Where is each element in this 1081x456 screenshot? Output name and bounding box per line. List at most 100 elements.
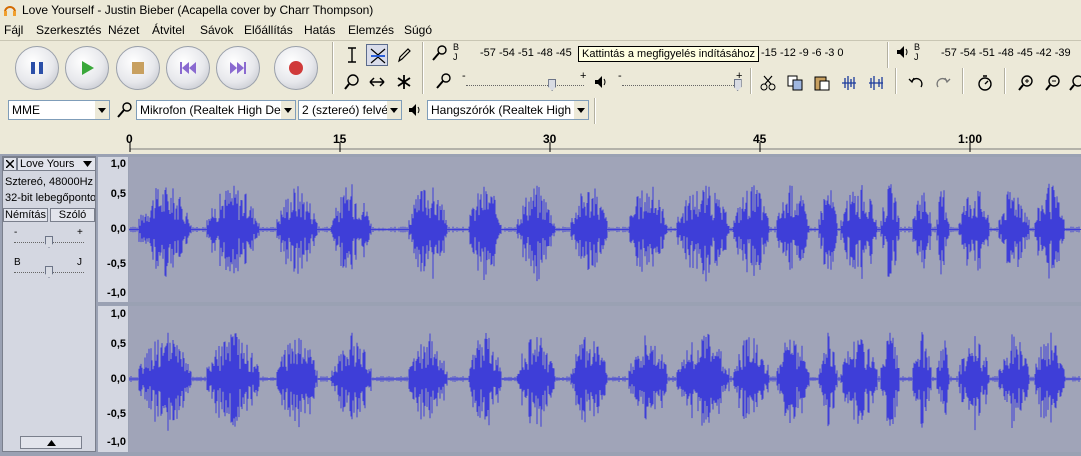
- recording-channels-select[interactable]: 2 (sztereó) felvé: [298, 100, 402, 120]
- record-meter-tooltip: Kattintás a megfigyelés indításához: [578, 46, 760, 62]
- waveform-left-channel[interactable]: [128, 157, 1081, 302]
- waveform-right-channel[interactable]: [128, 306, 1081, 452]
- skip-to-start-button[interactable]: [166, 46, 210, 90]
- time-shift-tool[interactable]: [366, 71, 388, 93]
- skip-to-start-icon: [180, 62, 196, 74]
- amplitude-label: 1,0: [110, 308, 126, 320]
- undo-button[interactable]: [905, 72, 927, 94]
- paste-button[interactable]: [811, 72, 833, 94]
- timeline-label: 15: [333, 132, 347, 146]
- record-volume-slider[interactable]: [466, 85, 584, 87]
- amplitude-label: -0,5: [107, 258, 126, 270]
- audio-host-select[interactable]: MME: [8, 100, 110, 120]
- chevron-down-icon: [281, 101, 295, 119]
- microphone-icon: [435, 72, 453, 93]
- playback-meter-scale: -57 -54 -51 -48 -45 -42 -39: [941, 47, 1071, 59]
- sync-lock-button[interactable]: [974, 72, 996, 94]
- stop-button[interactable]: [116, 46, 160, 90]
- menu-analyze[interactable]: Elemzés: [348, 23, 394, 37]
- redo-button[interactable]: [932, 72, 954, 94]
- close-track-button[interactable]: [3, 157, 17, 171]
- waveform-right-graphic: [128, 332, 1081, 431]
- record-button[interactable]: [274, 46, 318, 90]
- timeline-label: 0: [126, 132, 133, 146]
- menu-edit[interactable]: Szerkesztés: [36, 23, 101, 37]
- zoom-out-icon: [1045, 75, 1060, 91]
- menu-help[interactable]: Súgó: [404, 23, 432, 37]
- trim-button[interactable]: [838, 72, 860, 94]
- toolbar-separator: [332, 42, 334, 94]
- zoom-tool[interactable]: [341, 71, 363, 93]
- chevron-down-icon: [574, 101, 588, 119]
- chevron-down-icon: [83, 161, 92, 167]
- solo-button[interactable]: Szóló: [50, 208, 95, 222]
- skip-to-end-button[interactable]: [216, 46, 260, 90]
- zoom-out-button[interactable]: [1042, 72, 1064, 94]
- chevron-down-icon: [95, 101, 109, 119]
- playback-volume-minus: -: [618, 70, 622, 82]
- silence-button[interactable]: [865, 72, 887, 94]
- pause-button[interactable]: [15, 46, 59, 90]
- playback-meter-icon[interactable]: [896, 45, 912, 62]
- meter-channel-right: J: [453, 52, 458, 62]
- amplitude-label: 0,5: [110, 188, 126, 200]
- amplitude-label: -1,0: [107, 436, 126, 448]
- redo-icon: [936, 77, 951, 88]
- menu-generate[interactable]: Előállítás: [244, 23, 293, 37]
- toolbar-separator: [422, 42, 424, 94]
- magnifier-icon: [344, 74, 359, 90]
- track-name-menu[interactable]: Love Yours: [17, 157, 96, 171]
- menu-bar: Fájl Szerkesztés Nézet Átvitel Sávok Elő…: [0, 20, 1081, 40]
- toolbar-separator: [1004, 68, 1006, 94]
- title-bar: Love Yourself - Justin Bieber (Acapella …: [0, 0, 1081, 20]
- menu-effect[interactable]: Hatás: [304, 23, 335, 37]
- silence-audio-icon: [869, 76, 883, 90]
- collapse-track-button[interactable]: [20, 436, 82, 449]
- cut-button[interactable]: [757, 72, 779, 94]
- playback-volume-slider[interactable]: [622, 85, 740, 87]
- play-button[interactable]: [65, 46, 109, 90]
- envelope-icon: [370, 48, 386, 64]
- pan-right-label: J: [77, 257, 82, 268]
- timeline-label: 1:00: [958, 132, 983, 146]
- record-meter-scale-right: -15 -12 -9 -6 -3 0: [761, 47, 844, 59]
- toolbar-separator: [895, 68, 897, 94]
- pencil-icon: [398, 48, 411, 63]
- fit-selection-button[interactable]: [1066, 72, 1081, 94]
- double-arrow-icon: [369, 77, 385, 87]
- skip-to-end-icon: [230, 62, 246, 74]
- mute-button[interactable]: Némítás: [3, 208, 48, 222]
- selection-tool[interactable]: [341, 44, 363, 66]
- multi-tool[interactable]: [393, 71, 415, 93]
- copy-icon: [787, 75, 803, 91]
- menu-tracks[interactable]: Sávok: [200, 23, 233, 37]
- i-beam-icon: [348, 47, 356, 63]
- record-meter-icon[interactable]: [431, 44, 449, 65]
- play-icon: [82, 61, 94, 75]
- amplitude-label: -1,0: [107, 287, 126, 299]
- menu-file[interactable]: Fájl: [4, 23, 23, 37]
- chevron-up-icon: [46, 440, 56, 446]
- playback-device-select[interactable]: Hangszórók (Realtek High: [427, 100, 589, 120]
- envelope-tool[interactable]: [366, 44, 388, 66]
- draw-tool[interactable]: [393, 44, 415, 66]
- timeline-ruler[interactable]: [0, 126, 1081, 154]
- gain-minus: -: [14, 227, 18, 238]
- pan-left-label: B: [14, 257, 21, 268]
- copy-button[interactable]: [784, 72, 806, 94]
- timer-icon: [978, 75, 992, 91]
- playback-device-value: Hangszórók (Realtek High: [431, 103, 572, 117]
- menu-transport[interactable]: Átvitel: [152, 23, 185, 37]
- paste-icon: [814, 76, 830, 91]
- microphone-icon: [116, 101, 134, 122]
- record-volume-minus: -: [462, 70, 466, 82]
- pause-icon: [31, 62, 43, 74]
- toolbar-separator: [750, 68, 752, 94]
- menu-view[interactable]: Nézet: [108, 23, 139, 37]
- audacity-app-icon: [3, 3, 17, 17]
- speaker-icon: [408, 103, 424, 120]
- recording-device-select[interactable]: Mikrofon (Realtek High De: [136, 100, 296, 120]
- toolbar-separator: [594, 98, 596, 124]
- zoom-in-button[interactable]: [1015, 72, 1037, 94]
- timeline-label: 30: [543, 132, 557, 146]
